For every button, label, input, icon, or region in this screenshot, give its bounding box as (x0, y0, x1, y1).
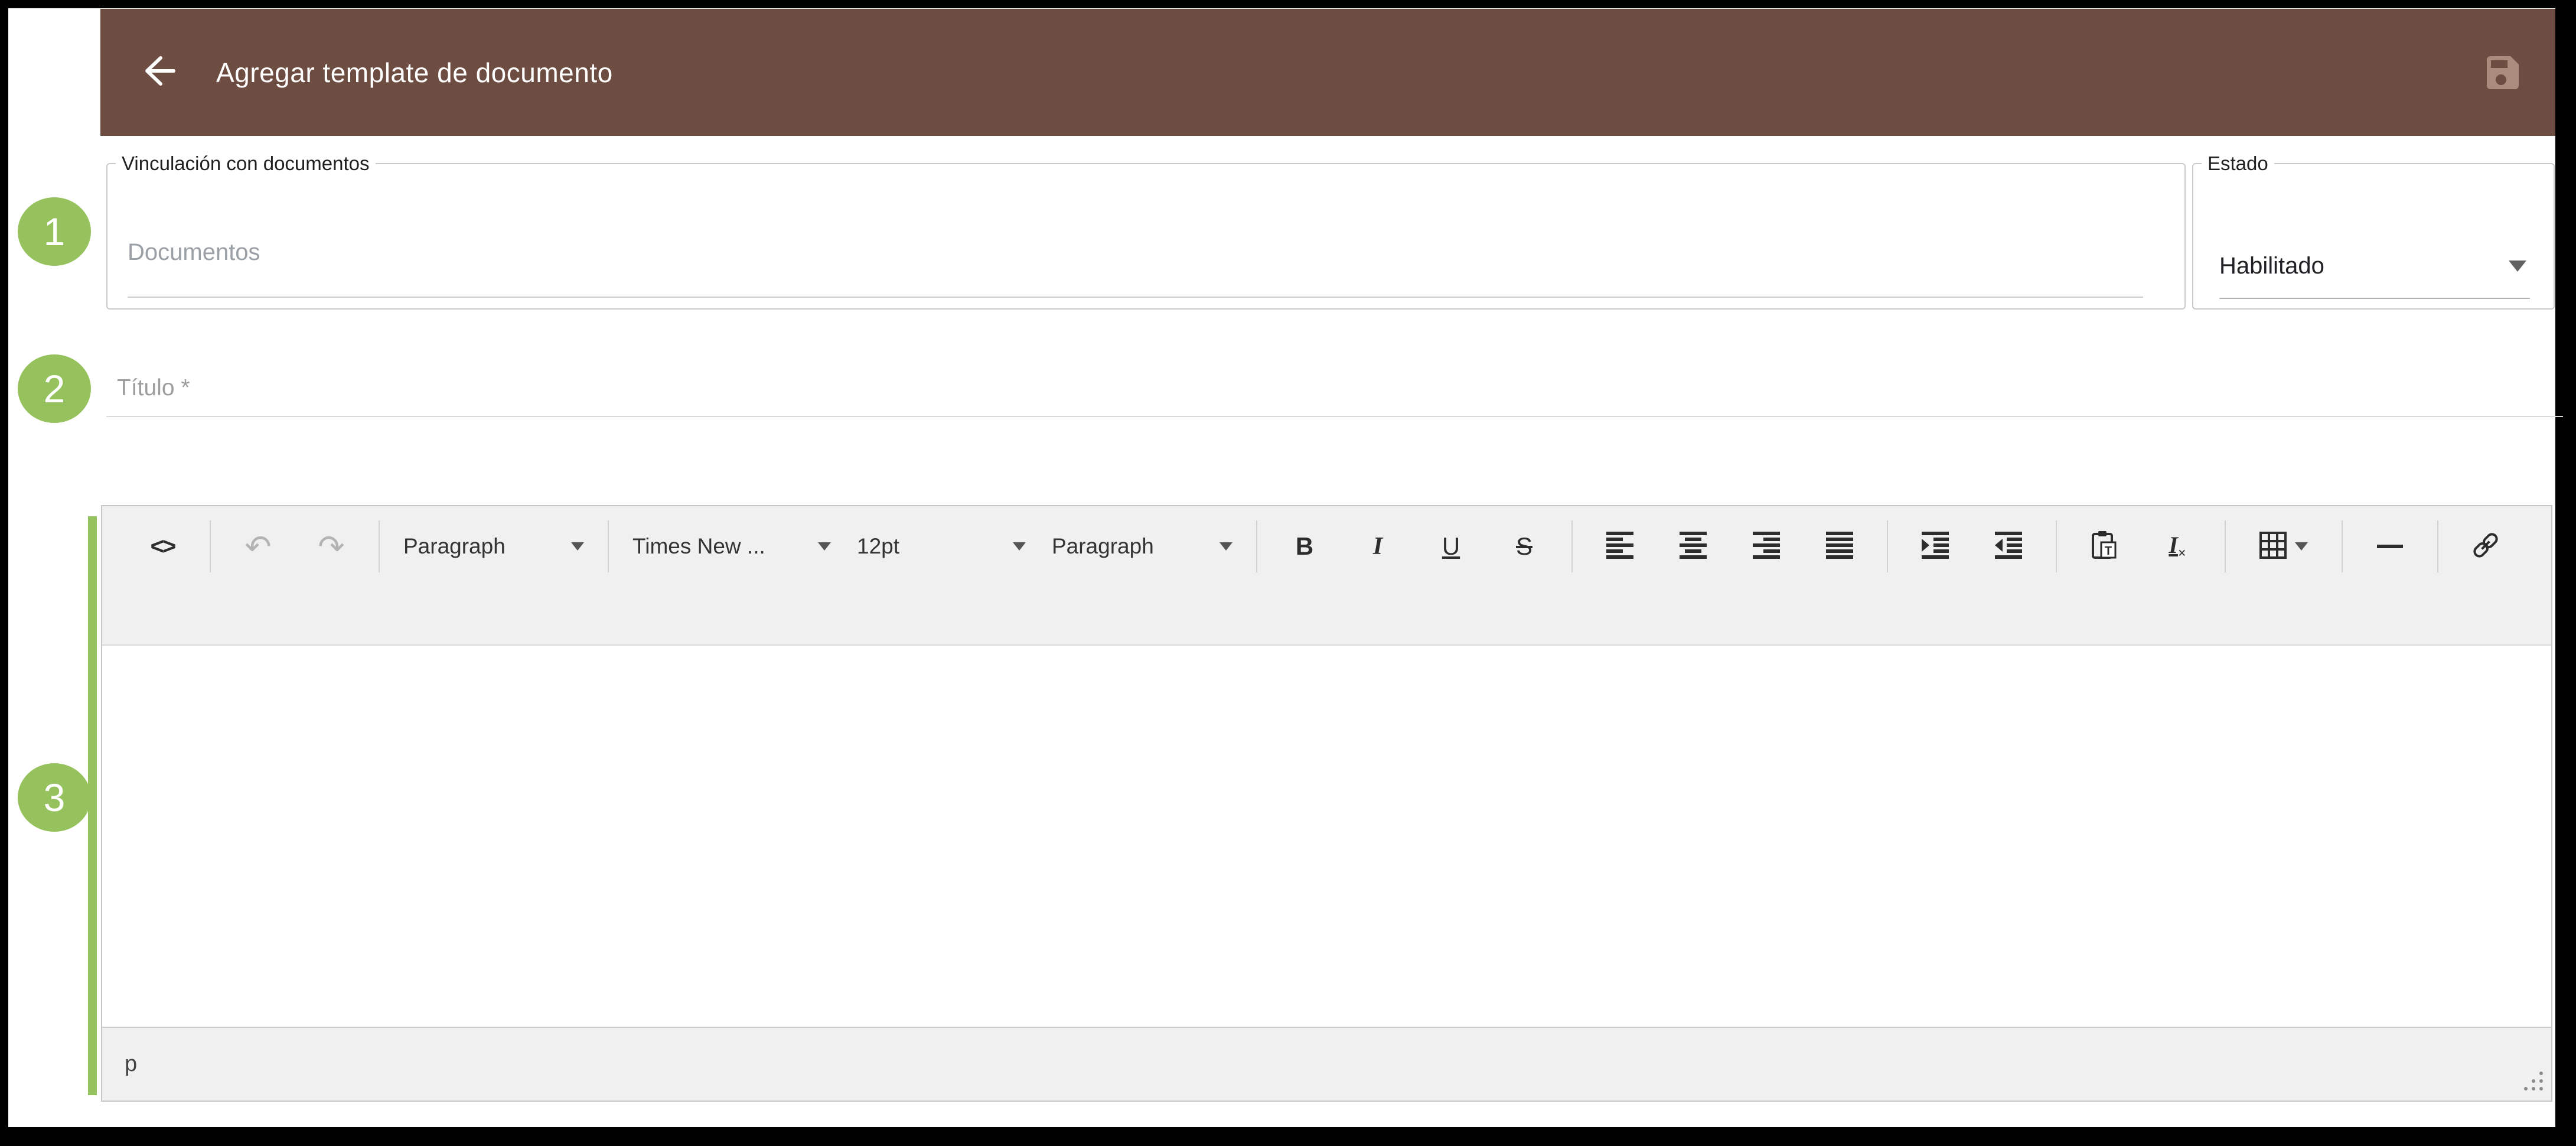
horizontal-rule-button[interactable] (2353, 516, 2427, 577)
chevron-down-icon (2295, 542, 2308, 551)
annotation-badge-3: 3 (18, 763, 91, 832)
source-code-button[interactable]: <> (126, 516, 199, 577)
editor-content-area[interactable] (102, 646, 2551, 1027)
vinculacion-fieldset: Vinculación con documentos (106, 152, 2186, 310)
rich-text-editor: <> ↶ ↷ Paragraph Times New ... (101, 505, 2552, 1102)
toolbar-separator (210, 520, 211, 572)
strikethrough-button[interactable]: S (1488, 516, 1561, 577)
remove-format-button[interactable]: I× (2141, 516, 2214, 577)
toolbar-separator (1571, 520, 1573, 572)
svg-text:T: T (2105, 545, 2112, 558)
undo-icon: ↶ (244, 528, 271, 565)
redo-button[interactable]: ↷ (295, 516, 368, 577)
insert-link-button[interactable] (2449, 516, 2522, 577)
toolbar-separator (2437, 520, 2438, 572)
code-icon: <> (151, 533, 175, 560)
strikethrough-icon: S (1516, 532, 1532, 561)
align-justify-icon (1826, 532, 1853, 562)
table-icon (2259, 532, 2287, 562)
undo-button[interactable]: ↶ (221, 516, 295, 577)
app-canvas: Agregar template de documento Vinculació… (8, 8, 2555, 1127)
redo-icon: ↷ (318, 528, 344, 565)
chevron-down-icon (571, 542, 584, 551)
toolbar-separator (1256, 520, 1257, 572)
underline-icon: U (1442, 532, 1460, 561)
app-bar: Agregar template de documento (100, 9, 2555, 136)
estado-selected-value: Habilitado (2219, 253, 2324, 279)
paste-text-icon: T (2091, 530, 2118, 563)
chevron-down-icon (818, 542, 831, 551)
toolbar-separator (2342, 520, 2343, 572)
align-left-button[interactable] (1583, 516, 1657, 577)
toolbar-separator (2225, 520, 2226, 572)
toolbar-separator (2056, 520, 2057, 572)
arrow-left-icon (137, 50, 178, 95)
underline-button[interactable]: U (1414, 516, 1488, 577)
align-right-button[interactable] (1730, 516, 1803, 577)
align-right-icon (1753, 532, 1780, 562)
element-path[interactable]: p (125, 1051, 137, 1077)
outdent-button[interactable] (1972, 516, 2045, 577)
toolbar-separator (608, 520, 609, 572)
remove-format-icon: I× (2169, 531, 2186, 562)
editor-status-bar: p (102, 1027, 2551, 1101)
align-center-button[interactable] (1657, 516, 1730, 577)
toolbar-separator (379, 520, 380, 572)
estado-select[interactable]: Habilitado (2219, 234, 2530, 299)
bold-icon: B (1296, 532, 1313, 561)
style-select-dropdown[interactable]: Paragraph (390, 516, 597, 577)
titulo-input[interactable] (106, 360, 2563, 417)
editor-toolbar: <> ↶ ↷ Paragraph Times New ... (102, 506, 2551, 646)
annotation-badge-2: 2 (18, 354, 91, 423)
font-size-dropdown[interactable]: 12pt (844, 516, 1039, 577)
italic-icon: I (1373, 532, 1382, 561)
format-select-dropdown[interactable]: Paragraph (1039, 516, 1245, 577)
indent-button[interactable] (1899, 516, 1972, 577)
annotation-badge-1: 1 (18, 197, 91, 266)
vinculacion-legend: Vinculación con documentos (116, 152, 376, 175)
floppy-disk-icon (2482, 85, 2522, 95)
table-button[interactable] (2236, 516, 2331, 577)
align-justify-button[interactable] (1803, 516, 1876, 577)
link-icon (2471, 530, 2500, 563)
font-family-dropdown[interactable]: Times New ... (619, 516, 844, 577)
align-center-icon (1680, 532, 1707, 562)
chevron-down-icon (1219, 542, 1232, 551)
align-left-icon (1606, 532, 1633, 562)
bold-button[interactable]: B (1268, 516, 1341, 577)
indent-icon (1922, 532, 1949, 562)
estado-fieldset: Estado Habilitado (2192, 152, 2555, 310)
page-title: Agregar template de documento (216, 57, 613, 89)
toolbar-separator (1887, 520, 1888, 572)
back-button[interactable] (137, 52, 178, 93)
chevron-down-icon (2509, 261, 2526, 272)
horizontal-rule-icon (2377, 545, 2403, 548)
italic-button[interactable]: I (1341, 516, 1414, 577)
estado-legend: Estado (2202, 152, 2274, 175)
paste-as-text-button[interactable]: T (2068, 516, 2141, 577)
save-button[interactable] (2482, 53, 2522, 93)
resize-handle-icon[interactable] (2523, 1070, 2544, 1095)
chevron-down-icon (1013, 542, 1026, 551)
outdent-icon (1995, 532, 2022, 562)
documentos-input[interactable] (128, 208, 2143, 298)
